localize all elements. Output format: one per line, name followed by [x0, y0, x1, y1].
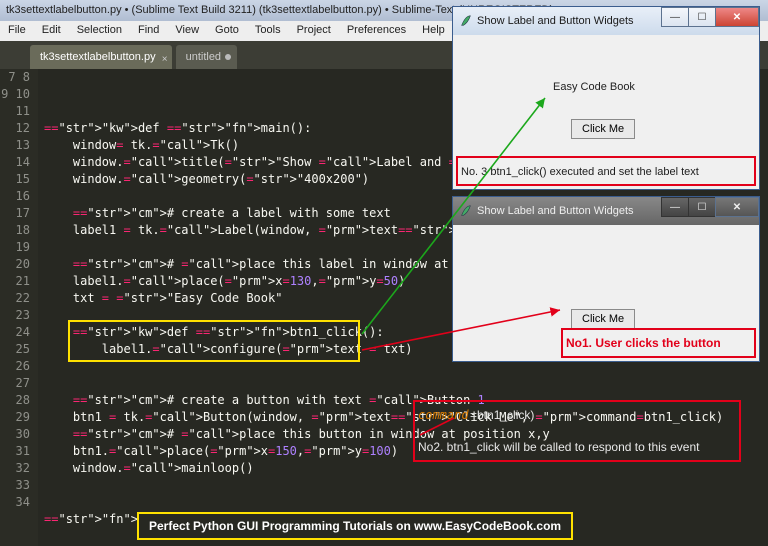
tk-window-1: Show Label and Button Widgets — ☐ ✕ Easy… — [452, 6, 760, 190]
tab-label: untitled — [186, 51, 221, 63]
tab-label: tk3settextlabelbutton.py — [40, 51, 156, 63]
close-button[interactable]: ✕ — [715, 7, 759, 27]
tk2-annotation-box: No1. User clicks the button — [561, 328, 756, 358]
tab-file[interactable]: tk3settextlabelbutton.py × — [30, 45, 172, 69]
tk2-body: Click Me No1. User clicks the button — [453, 225, 759, 361]
note2-text: No2. btn1_click will be called to respon… — [418, 440, 700, 454]
menu-find[interactable]: Find — [130, 21, 167, 41]
maximize-button[interactable]: ☐ — [688, 7, 716, 27]
tutorial-caption: Perfect Python GUI Programming Tutorials… — [137, 512, 573, 540]
menu-help[interactable]: Help — [414, 21, 453, 41]
menu-selection[interactable]: Selection — [69, 21, 130, 41]
minimize-button[interactable]: — — [661, 197, 689, 217]
command-value: =btn1_click) — [470, 408, 534, 422]
tk2-title: Show Label and Button Widgets — [477, 205, 634, 217]
menu-project[interactable]: Project — [289, 21, 339, 41]
close-button[interactable]: ✕ — [715, 197, 759, 217]
tk2-click-button[interactable]: Click Me — [571, 309, 635, 329]
menu-goto[interactable]: Goto — [207, 21, 247, 41]
highlight-box-function — [68, 320, 360, 362]
tk-window-2: Show Label and Button Widgets — ☐ ✕ Clic… — [452, 196, 760, 362]
minimize-button[interactable]: — — [661, 7, 689, 27]
maximize-button[interactable]: ☐ — [688, 197, 716, 217]
tk1-click-button[interactable]: Click Me — [571, 119, 635, 139]
menu-file[interactable]: File — [0, 21, 34, 41]
tk2-titlebar: Show Label and Button Widgets — ☐ ✕ — [453, 197, 759, 225]
tk1-annotation-box: No. 3 btn1_click() executed and set the … — [456, 156, 756, 186]
tk1-title: Show Label and Button Widgets — [477, 15, 634, 27]
tk1-label: Easy Code Book — [553, 81, 635, 93]
command-keyword: command — [418, 408, 469, 422]
menu-edit[interactable]: Edit — [34, 21, 69, 41]
menu-tools[interactable]: Tools — [247, 21, 289, 41]
tk2-annotation-text: No1. User clicks the button — [566, 336, 721, 350]
tk1-annotation-text: No. 3 btn1_click() executed and set the … — [461, 166, 699, 178]
gutter: 7 8 9 10 11 12 13 14 15 16 17 18 19 20 2… — [0, 69, 38, 546]
menu-preferences[interactable]: Preferences — [339, 21, 414, 41]
menu-view[interactable]: View — [167, 21, 207, 41]
tk-icon — [459, 14, 473, 28]
tk1-titlebar: Show Label and Button Widgets — ☐ ✕ — [453, 7, 759, 35]
tk1-body: Easy Code Book Click Me No. 3 btn1_click… — [453, 35, 759, 189]
tab-untitled[interactable]: untitled — [176, 45, 237, 69]
tk-icon — [459, 204, 473, 218]
dirty-icon — [225, 54, 231, 60]
